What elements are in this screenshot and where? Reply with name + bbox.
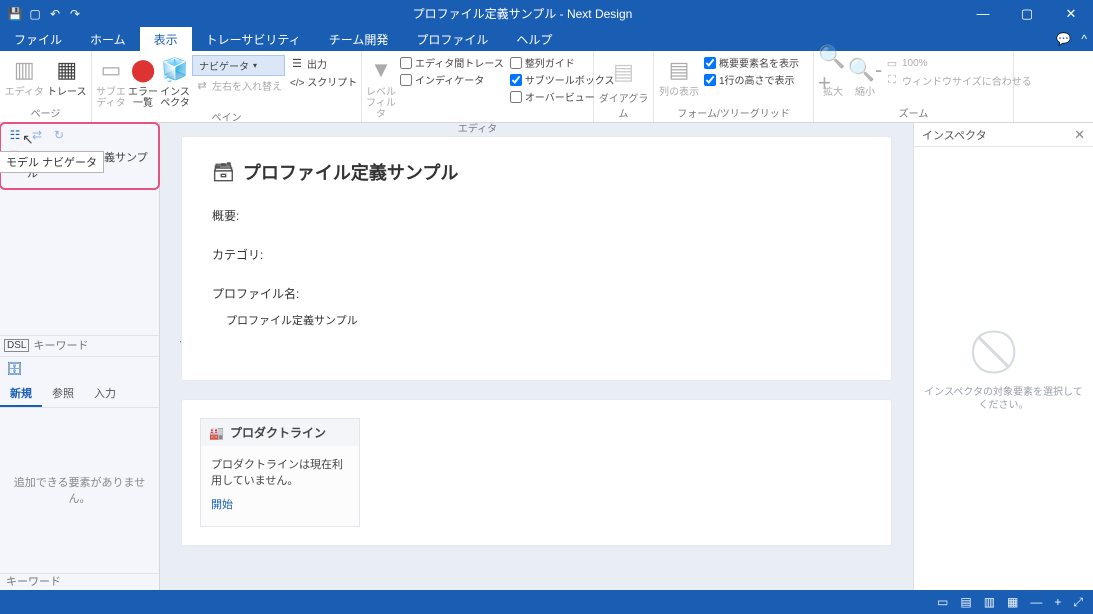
- profile-title-icon: 🗃: [212, 162, 235, 183]
- filter-type-icon[interactable]: DSL: [4, 339, 29, 352]
- status-view4-icon[interactable]: ▦: [1007, 595, 1018, 609]
- status-fit-icon[interactable]: ⤢: [1073, 595, 1083, 610]
- overview-label: 概要:: [212, 207, 861, 224]
- window-close[interactable]: ✕: [1049, 0, 1093, 27]
- output-button[interactable]: ☰出力: [287, 55, 360, 72]
- tab-help[interactable]: ヘルプ: [502, 27, 566, 51]
- inspector-button[interactable]: 🧊インスペクタ: [160, 53, 190, 109]
- qat-undo-icon[interactable]: ↶: [46, 4, 64, 24]
- tab-profile[interactable]: プロファイル: [402, 27, 502, 51]
- subtab-ref[interactable]: 参照: [42, 381, 84, 407]
- nav-refresh-icon[interactable]: ↻: [51, 127, 67, 143]
- qat-new-icon[interactable]: ▢: [26, 4, 44, 24]
- summary-check[interactable]: 概要要素名を表示: [702, 54, 801, 71]
- subtab-input[interactable]: 入力: [84, 381, 126, 407]
- tab-file[interactable]: ファイル: [0, 27, 76, 51]
- profile-name-value: プロファイル定義サンプル: [212, 312, 861, 328]
- subtab-new[interactable]: 新規: [0, 381, 42, 407]
- productline-message: プロダクトラインは現在利用していません。: [211, 456, 349, 488]
- category-label: カテゴリ:: [212, 246, 861, 263]
- page-editor-button[interactable]: ▥エディタ: [4, 53, 45, 98]
- status-view1-icon[interactable]: ▭: [937, 595, 948, 609]
- nav-link-icon[interactable]: ⇄: [29, 127, 45, 143]
- collapse-ribbon-icon[interactable]: ^: [1081, 32, 1087, 46]
- inspector-title: インスペクタ: [922, 127, 987, 143]
- status-minus-icon[interactable]: —: [1030, 595, 1042, 609]
- productline-title: プロダクトライン: [230, 424, 326, 441]
- zoom-out-button[interactable]: 🔍-縮小: [850, 53, 880, 98]
- page-trace-button[interactable]: ▦トレース: [47, 53, 88, 98]
- nav-empty-message: 追加できる要素がありません。: [0, 408, 159, 574]
- productline-icon: 🏭: [209, 426, 224, 440]
- levelfilter-button[interactable]: ▼レベルフィルタ: [366, 53, 396, 120]
- zoom-fit-button[interactable]: ⛶ウィンドウサイズに合わせる: [882, 72, 1035, 89]
- bottom-keyword-input[interactable]: [6, 576, 153, 588]
- trace-editors-check[interactable]: エディタ間トレース: [398, 54, 506, 71]
- nav-tooltip: モデル ナビゲータ: [0, 151, 104, 173]
- navigator-button[interactable]: ナビゲータ ▾: [192, 55, 285, 76]
- model-type-icon[interactable]: 🗄: [6, 361, 23, 376]
- oneline-check[interactable]: 1行の高さで表示: [702, 71, 801, 88]
- qat-save-icon[interactable]: 💾: [6, 4, 24, 24]
- window-maximize[interactable]: ▢: [1005, 0, 1049, 27]
- inspector-empty-message: インスペクタの対象要素を選択してください。: [924, 386, 1083, 412]
- script-button[interactable]: </> スクリプト: [287, 73, 360, 90]
- tab-view[interactable]: 表示: [140, 27, 192, 51]
- window-minimize[interactable]: —: [961, 0, 1005, 27]
- qat-redo-icon[interactable]: ↷: [66, 4, 84, 24]
- swap-button[interactable]: ⇄左右を入れ替え: [192, 77, 285, 94]
- productline-start-link[interactable]: 開始: [211, 496, 233, 512]
- profile-name-label: プロファイル名:: [212, 285, 861, 302]
- zoom-in-button[interactable]: 🔍+拡大: [818, 53, 848, 98]
- nav-tree-icon[interactable]: ☷: [7, 127, 23, 143]
- tab-team[interactable]: チーム開発: [315, 27, 403, 51]
- status-plus-icon[interactable]: +: [1054, 595, 1061, 609]
- page-title: プロファイル定義サンプル: [243, 159, 458, 185]
- inspector-close-icon[interactable]: ✕: [1074, 127, 1085, 143]
- keyword-input[interactable]: [33, 340, 175, 352]
- colshow-button[interactable]: ▤列の表示: [658, 53, 700, 98]
- zoom-100-button[interactable]: ▭100%: [882, 55, 1035, 71]
- status-view3-icon[interactable]: ▥: [984, 595, 995, 609]
- tab-traceability[interactable]: トレーサビリティ: [192, 27, 315, 51]
- feedback-icon[interactable]: 💬: [1056, 32, 1071, 46]
- status-view2-icon[interactable]: ▤: [960, 595, 971, 609]
- app-title: プロファイル定義サンプル - Next Design: [84, 5, 961, 22]
- subeditor-button[interactable]: ▭サブエディタ: [96, 53, 126, 109]
- indicator-check[interactable]: インディケータ: [398, 71, 506, 88]
- errors-button[interactable]: ⬤エラー一覧: [128, 53, 158, 109]
- tab-home[interactable]: ホーム: [76, 27, 140, 51]
